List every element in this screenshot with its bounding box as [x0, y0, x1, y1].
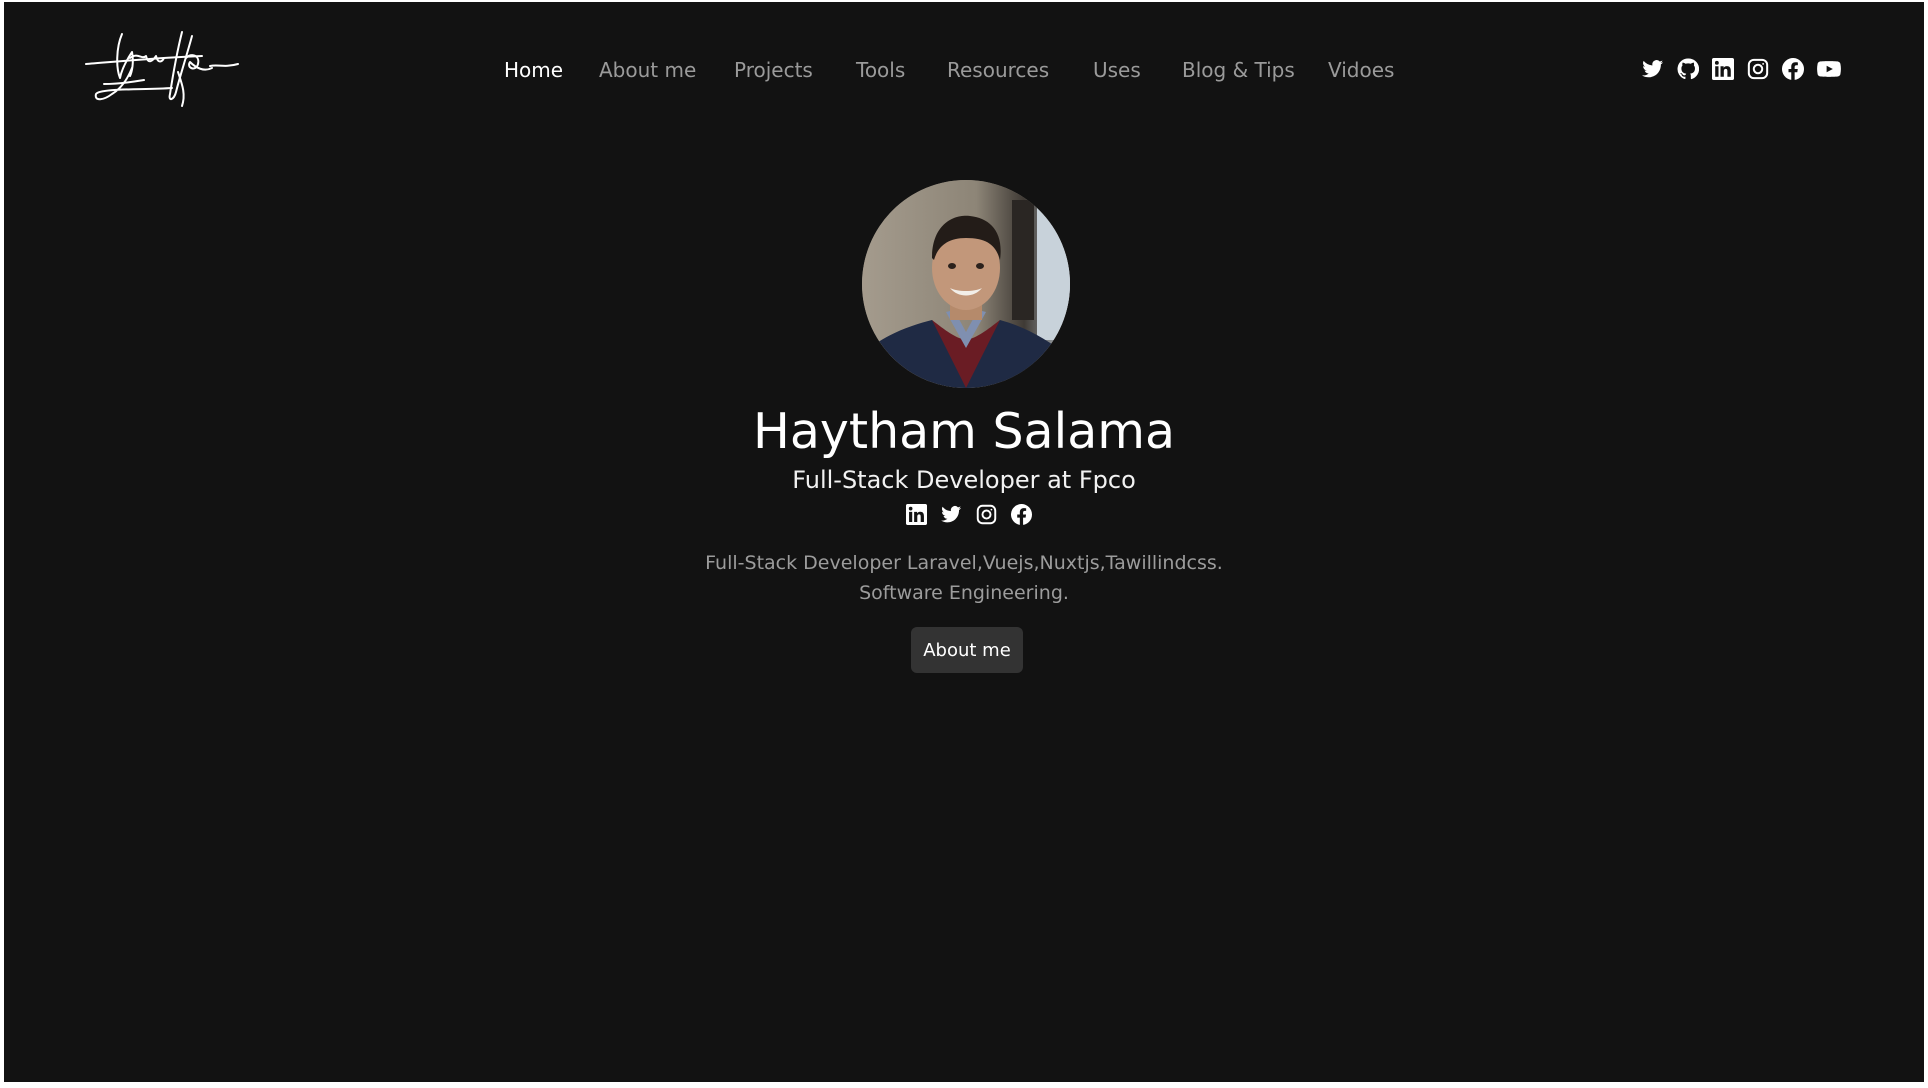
profile-bio: Full-Stack Developer Laravel,Vuejs,Nuxtj…	[4, 548, 1924, 608]
social-links-profile	[906, 504, 1036, 528]
nav-item-resources[interactable]: Resources	[947, 54, 1049, 86]
page-frame: Home About me Projects Tools Resources U…	[4, 2, 1924, 1082]
twitter-icon[interactable]	[941, 504, 962, 525]
profile-role: Full-Stack Developer at Fpco	[792, 466, 1136, 494]
bio-line-1: Full-Stack Developer Laravel,Vuejs,Nuxtj…	[705, 552, 1223, 574]
avatar-photo	[862, 180, 1070, 388]
top-navbar: Home About me Projects Tools Resources U…	[4, 2, 1924, 134]
github-icon[interactable]	[1677, 58, 1699, 80]
bio-line-2: Software Engineering.	[859, 582, 1069, 604]
nav-links: Home About me Projects Tools Resources U…	[4, 54, 1924, 86]
instagram-icon[interactable]	[976, 504, 997, 525]
youtube-icon[interactable]	[1816, 58, 1842, 80]
facebook-icon[interactable]	[1782, 58, 1804, 80]
avatar	[862, 180, 1070, 388]
nav-item-videos[interactable]: Vidoes	[1328, 54, 1394, 86]
nav-item-blog-tips[interactable]: Blog & Tips	[1182, 54, 1295, 86]
instagram-icon[interactable]	[1747, 58, 1769, 80]
nav-item-uses[interactable]: Uses	[1093, 54, 1141, 86]
social-links-top	[1642, 54, 1852, 84]
about-me-button[interactable]: About me	[911, 627, 1023, 673]
profile-name: Haytham Salama	[752, 403, 1175, 460]
linkedin-icon[interactable]	[906, 504, 927, 525]
facebook-icon[interactable]	[1011, 504, 1032, 525]
linkedin-icon[interactable]	[1712, 58, 1734, 80]
twitter-icon[interactable]	[1642, 58, 1664, 80]
nav-item-tools[interactable]: Tools	[856, 54, 905, 86]
nav-item-projects[interactable]: Projects	[734, 54, 813, 86]
nav-item-home[interactable]: Home	[504, 54, 563, 86]
nav-item-about-me[interactable]: About me	[599, 54, 696, 86]
